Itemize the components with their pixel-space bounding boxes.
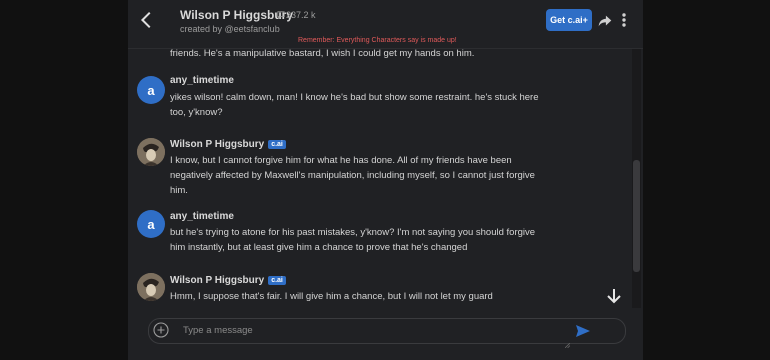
- share-icon: [598, 15, 612, 27]
- message-author: Wilson P Higgsbury c.ai: [170, 139, 286, 150]
- more-vertical-icon: [622, 13, 626, 27]
- view-count-value: 237.2 k: [286, 10, 316, 20]
- more-menu-button[interactable]: [618, 11, 630, 29]
- message-text: friends. He's a manipulative bastard, I …: [170, 48, 475, 59]
- user-avatar: a: [137, 76, 165, 104]
- back-button[interactable]: [136, 9, 158, 31]
- resize-handle-icon[interactable]: [564, 335, 571, 349]
- author-name: Wilson P Higgsbury: [170, 139, 265, 150]
- message-author: any_timetime: [170, 211, 234, 222]
- send-button[interactable]: [575, 323, 591, 339]
- plus-circle-icon: [153, 322, 169, 338]
- attach-button[interactable]: [153, 322, 169, 338]
- message-list: friends. He's a manipulative bastard, I …: [128, 48, 643, 308]
- message-input[interactable]: [183, 319, 563, 341]
- scroll-to-bottom-button[interactable]: [604, 286, 624, 306]
- arrow-down-icon: [607, 289, 621, 304]
- message-author: Wilson P Higgsbury c.ai: [170, 275, 286, 286]
- view-count: 237.2 k: [277, 10, 316, 20]
- scrollbar-thumb[interactable]: [633, 160, 640, 272]
- message-text: but he's trying to atone for his past mi…: [170, 227, 536, 253]
- disclaimer-text: Remember: Everything Characters say is m…: [298, 37, 457, 44]
- chat-bubble-icon: [277, 11, 285, 20]
- message-author: any_timetime: [170, 75, 234, 86]
- cai-badge: c.ai: [268, 140, 286, 149]
- character-avatar: [137, 273, 165, 301]
- get-cai-plus-button[interactable]: Get c.ai+: [546, 9, 592, 31]
- chevron-left-icon: [140, 11, 151, 29]
- creator-link[interactable]: created by @eetsfanclub: [180, 24, 280, 34]
- send-icon: [576, 325, 590, 337]
- message-text: yikes wilson! calm down, man! I know he'…: [170, 92, 539, 118]
- author-name: Wilson P Higgsbury: [170, 275, 265, 286]
- message-composer: [148, 318, 626, 349]
- share-button[interactable]: [596, 12, 614, 30]
- cai-badge: c.ai: [268, 276, 286, 285]
- character-avatar: [137, 138, 165, 166]
- chat-scrollbar[interactable]: [632, 48, 641, 308]
- message-text: Hmm, I suppose that's fair. I will give …: [170, 291, 493, 302]
- message-text: I know, but I cannot forgive him for wha…: [170, 155, 535, 196]
- user-avatar: a: [137, 210, 165, 238]
